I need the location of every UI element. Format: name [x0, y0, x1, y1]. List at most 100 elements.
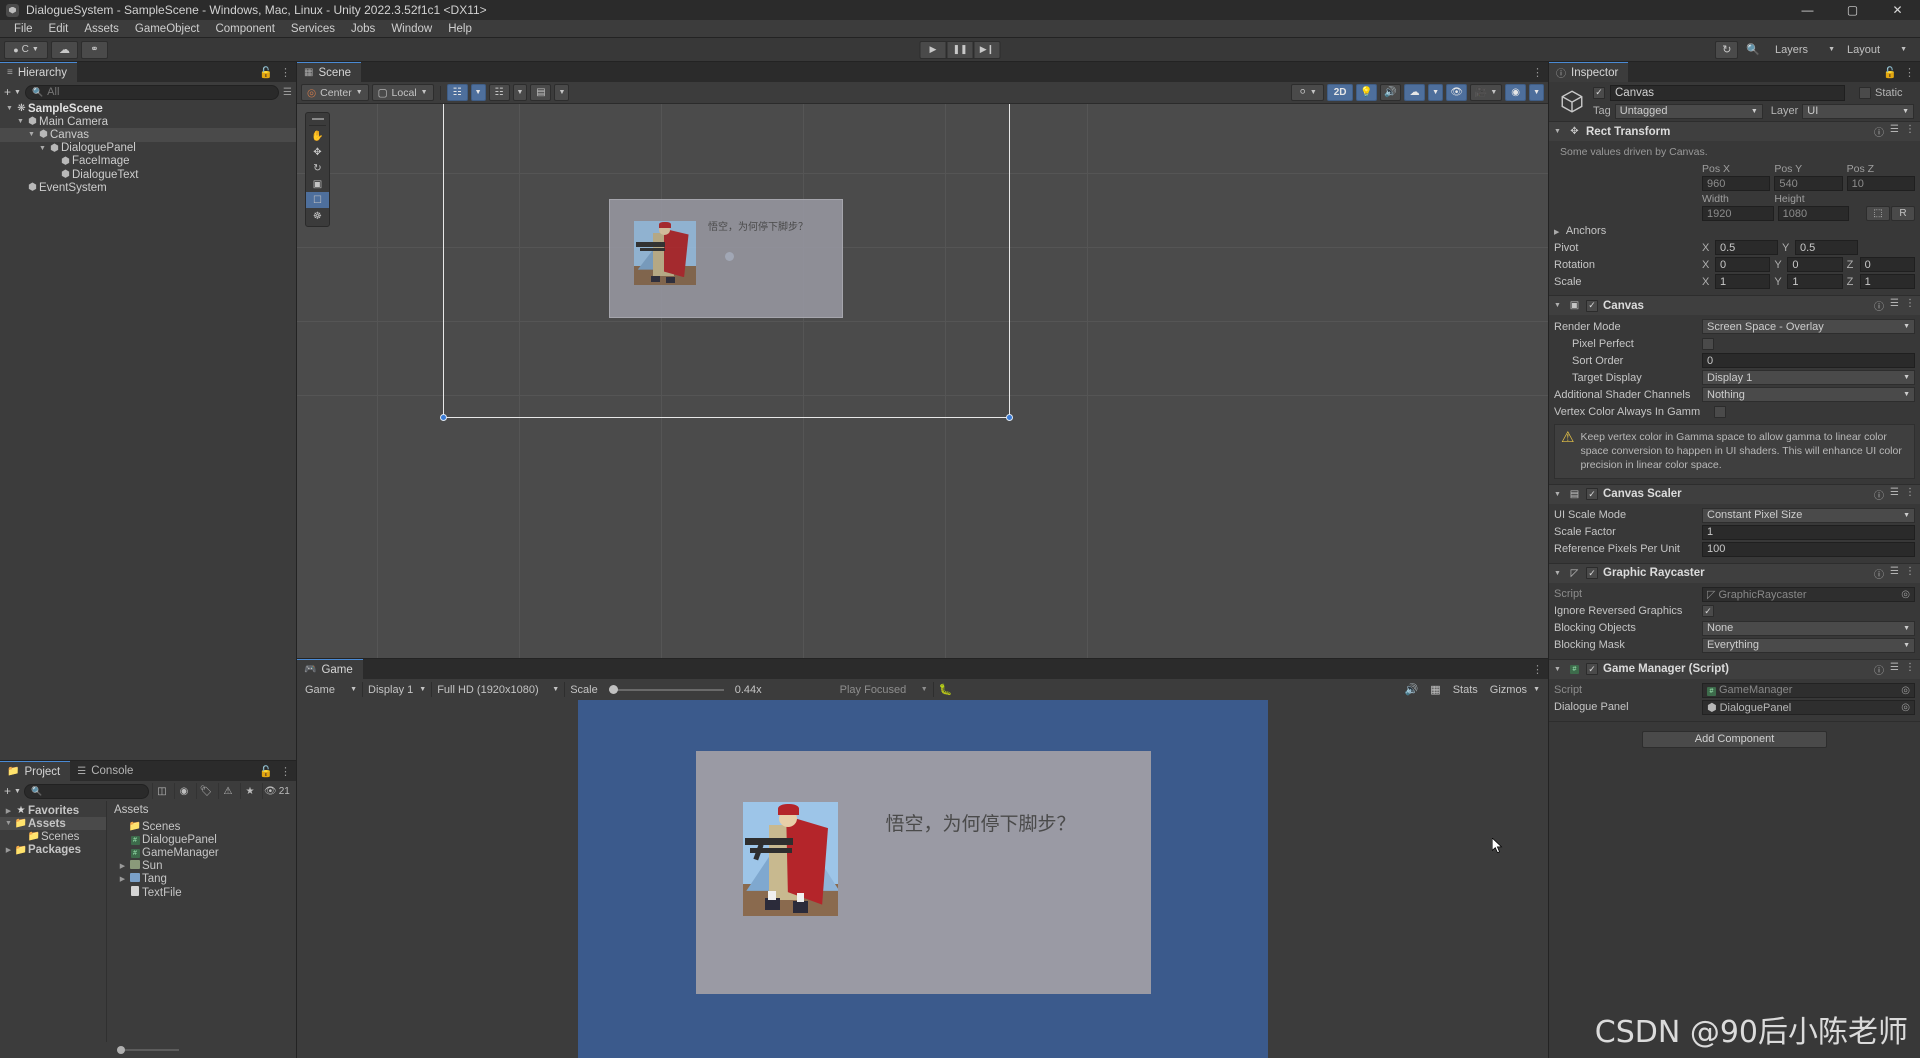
project-tree-item-scenes[interactable]: 📁 Scenes [0, 830, 106, 843]
camera-settings-button[interactable]: 🎥 ▼ [1470, 84, 1503, 101]
game-scale-control[interactable]: Scale 0.44x [565, 681, 766, 698]
reference-pixels-per-unit-field[interactable]: 100 [1702, 541, 1915, 557]
grid-visibility-button[interactable]: ☷ [446, 84, 468, 101]
component-header[interactable]: ▼ ▤ ✓ Canvas Scaler ⓘ ☰ ⋮ [1549, 484, 1920, 504]
game-dialogue-panel[interactable]: 悟空，为何停下脚步？ [695, 751, 1151, 994]
component-enabled-checkbox[interactable]: ✓ [1586, 567, 1598, 580]
game-debug-button[interactable]: 🐛 [934, 681, 958, 698]
add-component-button[interactable]: Add Component [1642, 730, 1827, 748]
mute-audio-button[interactable]: 🔊 [1400, 681, 1424, 698]
grid-dropdown[interactable]: ▼ [470, 84, 486, 101]
menu-jobs[interactable]: Jobs [343, 20, 383, 38]
vertex-color-gamma-checkbox[interactable] [1714, 405, 1726, 418]
dialogue-panel-object-field[interactable]: ⬢ DialoguePanel ◎ [1702, 699, 1915, 715]
target-display-dropdown[interactable]: Display 1 ▼ [1702, 370, 1915, 385]
collapse-arrow-icon[interactable]: ▼ [1554, 128, 1563, 135]
create-asset-button[interactable]: + ▼ [4, 784, 21, 798]
static-toggle[interactable]: Static [1859, 86, 1903, 99]
tab-inspector[interactable]: ⓘ Inspector [1549, 62, 1629, 82]
hierarchy-search-input[interactable]: 🔍 All [24, 84, 280, 100]
kebab-menu-icon[interactable]: ⋮ [1532, 663, 1543, 676]
menu-file[interactable]: File [6, 20, 41, 38]
menu-window[interactable]: Window [383, 20, 440, 38]
shading-mode-button[interactable]: ⚪ ▼ [1291, 84, 1325, 101]
hierarchy-item-eventsystem[interactable]: ⬢ EventSystem [0, 181, 296, 194]
scene-visibility-button[interactable]: 👁 [1446, 84, 1468, 101]
pivot-x-field[interactable]: 0.5 [1715, 240, 1778, 255]
help-icon[interactable]: ⓘ [1874, 298, 1884, 313]
menu-edit[interactable]: Edit [41, 20, 77, 38]
scale-factor-field[interactable]: 1 [1702, 524, 1915, 540]
scale-tool-button[interactable]: ▣ [306, 176, 329, 192]
sort-order-field[interactable]: 0 [1702, 353, 1915, 368]
script-object-field[interactable]: # GameManager ◎ [1702, 682, 1915, 698]
kebab-menu-icon[interactable]: ⋮ [1905, 487, 1915, 502]
script-object-field[interactable]: ◸ GraphicRaycaster ◎ [1702, 586, 1915, 602]
help-icon[interactable]: ⓘ [1874, 566, 1884, 581]
fx-toggle-button[interactable]: ☁ [1404, 84, 1426, 101]
component-header[interactable]: ▼ ▣ ✓ Canvas ⓘ ☰ ⋮ [1549, 296, 1920, 315]
layer-slice-button[interactable]: ▤ [530, 84, 552, 101]
expand-arrow-icon[interactable]: ▼ [26, 131, 37, 138]
kebab-menu-icon[interactable]: ⋮ [280, 765, 291, 778]
expand-arrow-icon[interactable]: ▶ [3, 846, 14, 854]
kebab-menu-icon[interactable]: ⋮ [280, 66, 291, 79]
layer-slice-dropdown[interactable]: ▼ [554, 84, 570, 101]
game-scale-slider[interactable] [608, 684, 724, 694]
project-tree-item-assets[interactable]: ▼ 📁 Assets [0, 817, 106, 831]
menu-help[interactable]: Help [440, 20, 480, 38]
canvas-handle-bottom-right[interactable] [1006, 414, 1013, 421]
pivot-y-field[interactable]: 0.5 [1795, 240, 1858, 255]
play-focus-dropdown[interactable]: Play Focused ▼ [835, 681, 933, 698]
tab-game[interactable]: 🎮 Game [297, 659, 363, 679]
maximize-button[interactable]: ▢ [1830, 0, 1875, 20]
audio-toggle-button[interactable]: 🔊 [1380, 84, 1402, 101]
gizmos-dropdown[interactable]: Gizmos ▼ [1485, 681, 1545, 698]
play-button[interactable]: ▶ [919, 40, 947, 59]
height-field[interactable]: 1080 [1777, 206, 1850, 221]
slider-knob[interactable] [608, 684, 618, 694]
hierarchy-item-canvas[interactable]: ▼ ⬢ Canvas [0, 128, 296, 142]
render-mode-dropdown[interactable]: Screen Space - Overlay ▼ [1702, 319, 1915, 334]
project-asset-tang[interactable]: ▶ Tang [107, 873, 296, 886]
collapse-arrow-icon[interactable]: ▼ [1554, 666, 1563, 673]
lock-icon[interactable]: 🔓 [259, 765, 273, 778]
create-gameobject-button[interactable]: + ▼ [4, 85, 21, 99]
preset-icon[interactable]: ☰ [1890, 487, 1899, 502]
collab-button[interactable]: ⚭ [81, 40, 108, 59]
cloud-button[interactable]: ☁ [51, 40, 78, 59]
project-zoom-slider[interactable] [117, 1046, 179, 1054]
kebab-menu-icon[interactable]: ⋮ [1904, 66, 1915, 79]
scale-y-field[interactable]: 1 [1787, 274, 1843, 289]
filter-type-icon[interactable]: ◉ [173, 783, 193, 799]
scale-z-field[interactable]: 1 [1859, 274, 1915, 289]
collapse-arrow-icon[interactable]: ▼ [1554, 491, 1563, 498]
account-button[interactable]: ● C ▼ [4, 40, 48, 59]
pos-z-field[interactable]: 10 [1846, 176, 1915, 191]
hand-tool-button[interactable]: ✋ [306, 128, 329, 144]
object-picker-icon[interactable]: ◎ [1901, 685, 1910, 696]
close-button[interactable]: ✕ [1875, 0, 1920, 20]
snap-increment-button[interactable]: ☷ [488, 84, 510, 101]
width-field[interactable]: 1920 [1702, 206, 1774, 221]
scene-viewport[interactable]: 悟空，为何停下脚步？ ✋ ✥ ↻ ▣ ☐ ☸ [297, 104, 1548, 658]
preset-icon[interactable]: ☰ [1890, 298, 1899, 313]
slider-knob[interactable] [117, 1046, 125, 1054]
preset-icon[interactable]: ☰ [1890, 566, 1899, 581]
project-asset-gamemanager[interactable]: # GameManager [107, 846, 296, 859]
hierarchy-item-dialoguepanel[interactable]: ▼ ⬢ DialoguePanel [0, 142, 296, 155]
help-icon[interactable]: ⓘ [1874, 487, 1884, 502]
game-viewport[interactable]: 悟空，为何停下脚步？ [297, 700, 1548, 1058]
aspect-ratio-button[interactable]: ▦ [1425, 681, 1445, 698]
pause-button[interactable]: ❚❚ [946, 40, 974, 59]
anchors-label-row[interactable]: ▶ Anchors [1554, 225, 1702, 237]
rect-tool-button[interactable]: ☐ [306, 192, 329, 208]
lock-icon[interactable]: 🔓 [259, 66, 273, 79]
expand-arrow-icon[interactable]: ▶ [3, 807, 14, 815]
blocking-mask-dropdown[interactable]: Everything ▼ [1702, 637, 1915, 653]
stats-button[interactable]: Stats [1448, 681, 1483, 698]
layer-dropdown[interactable]: UI ▼ [1802, 103, 1914, 119]
tab-project[interactable]: 📁 Project [0, 761, 71, 781]
pivot-mode-dropdown[interactable]: ◎ Center ▼ [301, 84, 369, 101]
layout-dropdown[interactable]: Layout ▼ [1842, 41, 1912, 59]
